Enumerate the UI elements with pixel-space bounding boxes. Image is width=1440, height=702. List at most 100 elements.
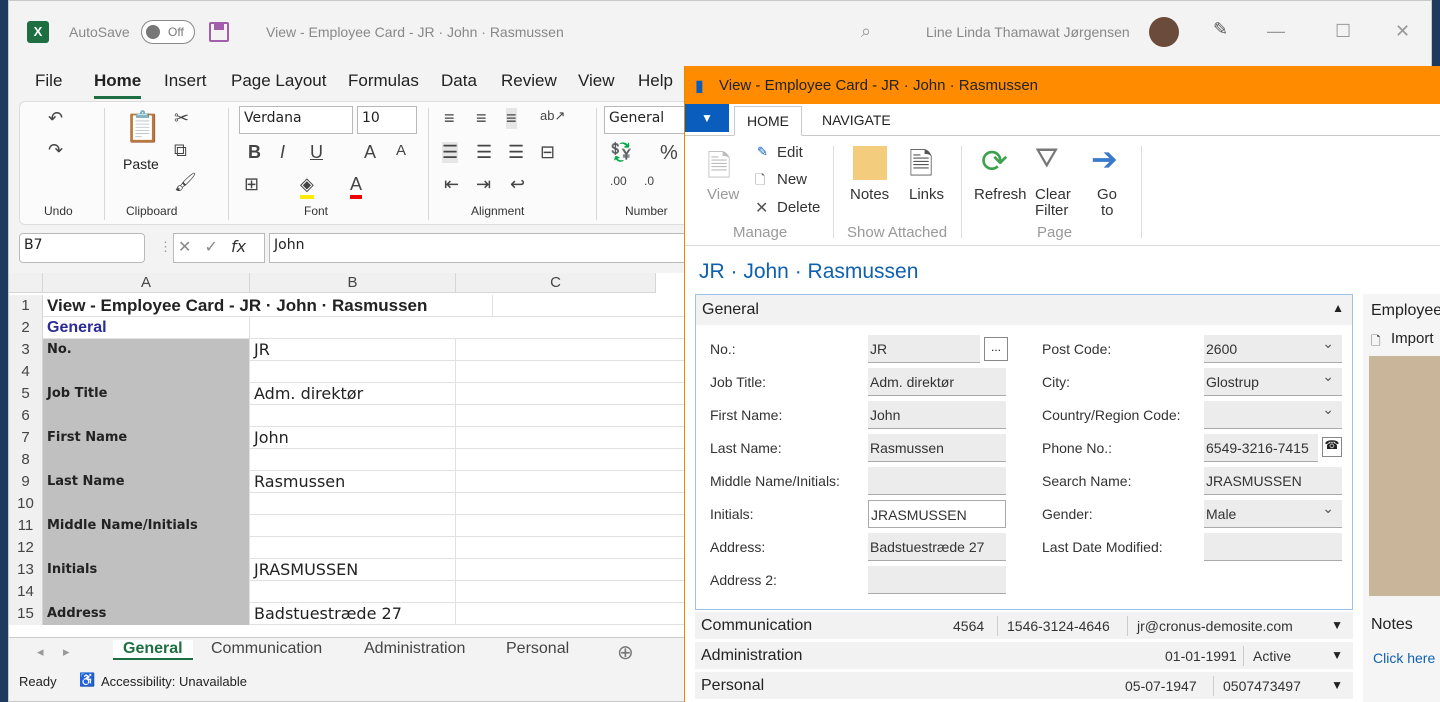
sheet-title-cell[interactable]: View - Employee Card - JR · John · Rasmu… (43, 295, 493, 317)
label-cell[interactable]: First Name (43, 427, 250, 449)
links-button-label[interactable]: Links (909, 186, 944, 203)
label-cell[interactable] (43, 449, 250, 471)
value-cell[interactable] (250, 405, 456, 427)
tab-home[interactable]: HOME (734, 106, 802, 136)
tab-view[interactable]: View (578, 71, 615, 91)
sheet-tab-personal[interactable]: Personal (496, 640, 579, 658)
view-button-label[interactable]: View (707, 186, 739, 203)
row-number[interactable]: 11 (9, 515, 43, 537)
last-name-field[interactable]: Rasmussen (868, 434, 1006, 462)
sheet-tab-general[interactable]: General (113, 640, 193, 660)
label-cell[interactable]: Last Name (43, 471, 250, 493)
row-number[interactable]: 8 (9, 449, 43, 471)
save-icon[interactable] (209, 22, 229, 42)
refresh-button-label[interactable]: Refresh (974, 186, 1027, 203)
function-icon[interactable]: fx (231, 237, 246, 256)
no-field[interactable]: JR (868, 335, 980, 363)
value-cell[interactable]: Adm. direktør (250, 383, 456, 405)
column-header-b[interactable]: B (250, 273, 456, 293)
value-cell[interactable] (250, 581, 456, 603)
cut-icon[interactable]: ✂ (174, 108, 189, 129)
row-number[interactable]: 5 (9, 383, 43, 405)
label-cell[interactable]: No. (43, 339, 250, 361)
label-cell[interactable]: Middle Name/Initials (43, 515, 250, 537)
delete-icon[interactable]: ✕ (755, 198, 768, 218)
clear-filter-icon[interactable]: ⛛ (1035, 142, 1059, 175)
edit-icon[interactable]: ✎ (757, 144, 768, 160)
value-cell[interactable] (250, 361, 456, 383)
value-cell[interactable]: Rasmussen (250, 471, 456, 493)
minimize-icon[interactable]: — (1267, 21, 1285, 42)
tab-review[interactable]: Review (501, 71, 557, 91)
prev-sheet-icon[interactable]: ◂ (37, 644, 44, 660)
paste-label[interactable]: Paste (123, 156, 159, 172)
go-to-arrow-icon[interactable]: ➔ (1091, 140, 1118, 178)
align-top-icon[interactable]: ≡ (444, 108, 455, 129)
initials-field[interactable]: JRASMUSSEN (868, 500, 1006, 528)
search-icon[interactable]: ⌕ (861, 21, 871, 42)
sheet-tab-communication[interactable]: Communication (201, 640, 332, 658)
wrap-text-icon[interactable]: ↩ (510, 174, 525, 195)
go-to-label-1[interactable]: Go (1097, 186, 1117, 203)
paste-icon[interactable]: 📋 (124, 110, 161, 145)
next-sheet-icon[interactable]: ▸ (63, 644, 70, 660)
merge-icon[interactable]: ⊟ (540, 142, 555, 163)
fill-color-icon[interactable]: ◈ (300, 174, 314, 199)
go-to-label-2[interactable]: to (1101, 202, 1114, 219)
row-number[interactable]: 3 (9, 339, 43, 361)
status-accessibility[interactable]: Accessibility: Unavailable (101, 674, 247, 689)
font-color-icon[interactable]: A (350, 174, 363, 199)
corner-cell[interactable] (9, 273, 43, 293)
expand-icon[interactable]: ▼ (1331, 618, 1343, 632)
avatar[interactable] (1149, 17, 1179, 47)
administration-fasttab[interactable]: Administration 01-01-1991 Active ▼ (695, 642, 1353, 670)
row-number[interactable]: 9 (9, 471, 43, 493)
value-cell[interactable] (250, 493, 456, 515)
formula-input[interactable]: John (269, 233, 719, 263)
row-number[interactable]: 15 (9, 603, 43, 625)
expand-icon[interactable]: ▼ (1331, 648, 1343, 662)
bold-icon[interactable]: B (248, 142, 261, 163)
label-cell[interactable] (43, 361, 250, 383)
column-header-a[interactable]: A (43, 273, 250, 293)
autosave-toggle[interactable]: Off (141, 20, 195, 44)
font-size-select[interactable]: 10 (357, 106, 417, 134)
close-icon[interactable]: ✕ (1395, 21, 1410, 42)
add-sheet-icon[interactable]: ⊕ (617, 640, 634, 665)
value-cell[interactable]: JR (250, 339, 456, 361)
notes-icon[interactable] (853, 146, 887, 180)
label-cell[interactable]: Address (43, 603, 250, 625)
row-number[interactable]: 14 (9, 581, 43, 603)
import-link[interactable]: Import (1391, 330, 1434, 347)
row-number[interactable]: 2 (9, 317, 43, 339)
decrease-decimal-icon[interactable]: .0 (644, 174, 654, 188)
label-cell[interactable]: Job Title (43, 383, 250, 405)
align-bottom-icon[interactable]: ≡ (506, 108, 517, 129)
tab-insert[interactable]: Insert (164, 71, 207, 91)
tab-help[interactable]: Help (638, 71, 673, 91)
undo-icon[interactable]: ↶ (48, 108, 63, 129)
decrease-font-icon[interactable]: A (396, 142, 406, 159)
maximize-icon[interactable]: ☐ (1335, 21, 1351, 42)
value-cell[interactable] (250, 515, 456, 537)
tab-navigate[interactable]: NAVIGATE (822, 112, 891, 128)
font-name-select[interactable]: Verdana (239, 106, 353, 134)
currency-icon[interactable]: 💱 (610, 142, 632, 163)
orientation-icon[interactable]: ab↗ (540, 108, 565, 124)
collapse-icon[interactable]: ▲ (1332, 301, 1344, 315)
sheet-tab-administration[interactable]: Administration (354, 640, 475, 658)
phone-call-icon[interactable]: ☎ (1322, 437, 1342, 457)
new-button-label[interactable]: New (777, 171, 807, 188)
column-header-c[interactable]: C (456, 273, 656, 293)
post-code-select[interactable]: 2600 (1204, 335, 1342, 363)
align-left-icon[interactable]: ☰ (442, 142, 459, 163)
click-here-link[interactable]: Click here (1373, 650, 1435, 666)
label-cell[interactable] (43, 493, 250, 515)
tab-file[interactable]: File (35, 71, 62, 91)
value-cell[interactable]: Badstuestræde 27 (250, 603, 456, 625)
clear-filter-label-2[interactable]: Filter (1035, 202, 1068, 219)
phone-field[interactable]: 6549-3216-7415 (1204, 434, 1318, 462)
align-center-icon[interactable]: ☰ (476, 142, 492, 163)
city-select[interactable]: Glostrup (1204, 368, 1342, 396)
label-cell[interactable]: Initials (43, 559, 250, 581)
